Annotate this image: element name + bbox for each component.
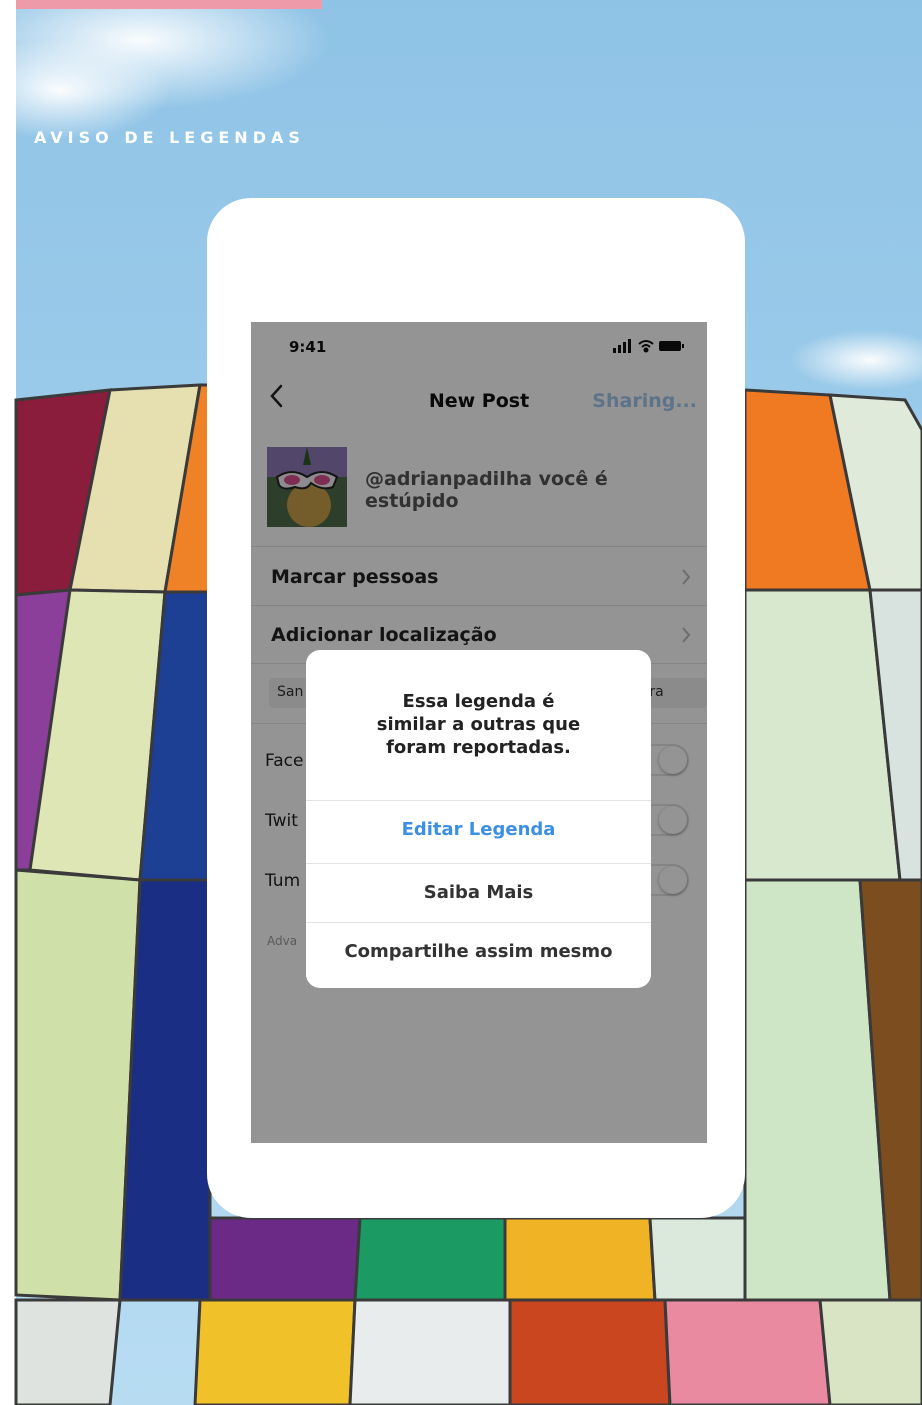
edit-caption-button[interactable]: Editar Legenda	[306, 800, 651, 860]
top-accent-bar	[16, 0, 322, 9]
learn-more-button[interactable]: Saiba Mais	[306, 863, 651, 923]
caption-warning-alert: Essa legenda é similar a outras que fora…	[306, 650, 651, 988]
section-label: AVISO DE LEGENDAS	[34, 128, 305, 147]
alert-message: Essa legenda é similar a outras que fora…	[376, 691, 581, 758]
share-anyway-button[interactable]: Compartilhe assim mesmo	[306, 922, 651, 982]
